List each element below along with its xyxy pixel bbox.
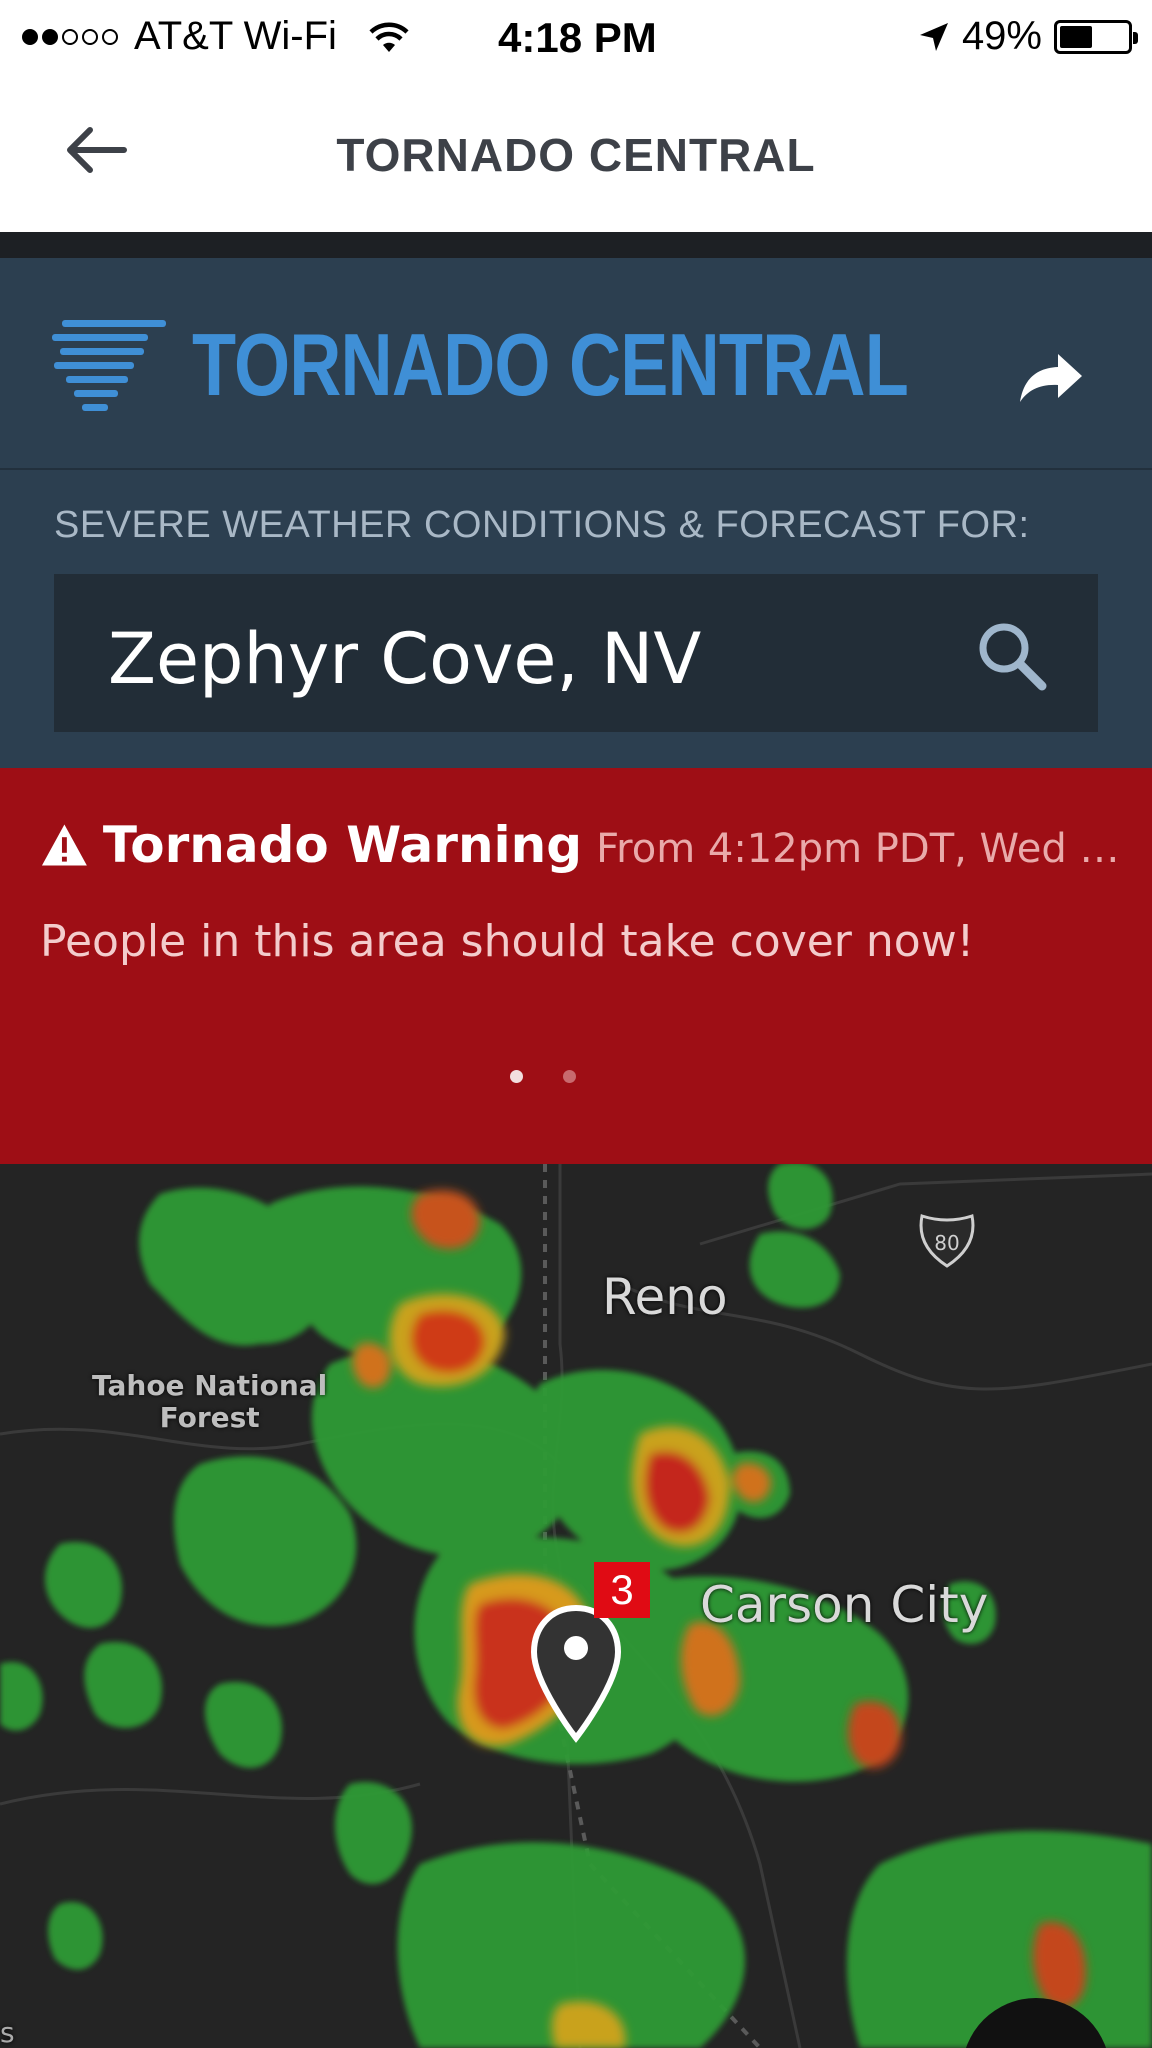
warning-triangle-icon: [41, 824, 87, 866]
status-bar: AT&T Wi-Fi 4:18 PM 49%: [0, 0, 1152, 76]
location-search-field[interactable]: Zephyr Cove, NV: [54, 574, 1098, 732]
warning-message: People in this area should take cover no…: [40, 916, 975, 967]
share-icon[interactable]: [1018, 350, 1084, 406]
tornado-logo-icon: [52, 320, 166, 411]
nav-title: TORNADO CENTRAL: [336, 129, 816, 181]
alert-count-badge[interactable]: 3: [594, 1562, 650, 1618]
carrier-info: AT&T Wi-Fi: [22, 14, 411, 59]
battery-percent: 49%: [961, 14, 1042, 58]
divider: [0, 232, 1152, 258]
location-pin-icon[interactable]: [528, 1604, 624, 1744]
map-label-tahoe-forest: Tahoe National Forest: [92, 1370, 327, 1434]
warning-title: Tornado Warning: [102, 816, 583, 874]
page-dot[interactable]: [510, 1070, 523, 1083]
page-indicator[interactable]: [510, 1070, 576, 1083]
brand-title: TORNADO CENTRAL: [192, 315, 909, 414]
interstate-shield-icon: 80: [919, 1214, 975, 1268]
page-dot[interactable]: [563, 1070, 576, 1083]
radar-map[interactable]: 80 Reno Carson City Tahoe National Fores…: [0, 1164, 1152, 2048]
nav-bar: TORNADO CENTRAL: [0, 76, 1152, 232]
map-label-carson-city: Carson City: [700, 1576, 989, 1634]
location-arrow-icon: [919, 22, 948, 51]
clock: 4:18 PM: [498, 14, 657, 61]
map-label-reno: Reno: [602, 1268, 728, 1326]
brand-header: TORNADO CENTRAL: [0, 258, 1152, 470]
location-value[interactable]: Zephyr Cove, NV: [108, 618, 701, 700]
status-right: 49%: [918, 14, 1138, 59]
battery-icon: [1054, 19, 1138, 54]
map-label-forest-line1: Tahoe National: [92, 1369, 328, 1402]
search-label: SEVERE WEATHER CONDITIONS & FORECAST FOR…: [54, 504, 1030, 546]
map-label-forest-line2: Forest: [159, 1401, 260, 1434]
wifi-icon: [369, 22, 409, 52]
map-label-edge: s: [0, 2016, 15, 2048]
signal-strength-icon: [22, 28, 118, 45]
carrier-name: AT&T Wi-Fi: [134, 14, 337, 58]
location-search-section: SEVERE WEATHER CONDITIONS & FORECAST FOR…: [0, 470, 1152, 768]
search-icon[interactable]: [974, 618, 1048, 692]
warning-time: From 4:12pm PDT, Wed S...: [596, 826, 1130, 872]
interstate-number: 80: [934, 1231, 959, 1255]
tornado-warning-banner[interactable]: Tornado Warning From 4:12pm PDT, Wed S..…: [0, 768, 1152, 1164]
warning-headline: Tornado Warning From 4:12pm PDT, Wed S..…: [40, 816, 1130, 874]
